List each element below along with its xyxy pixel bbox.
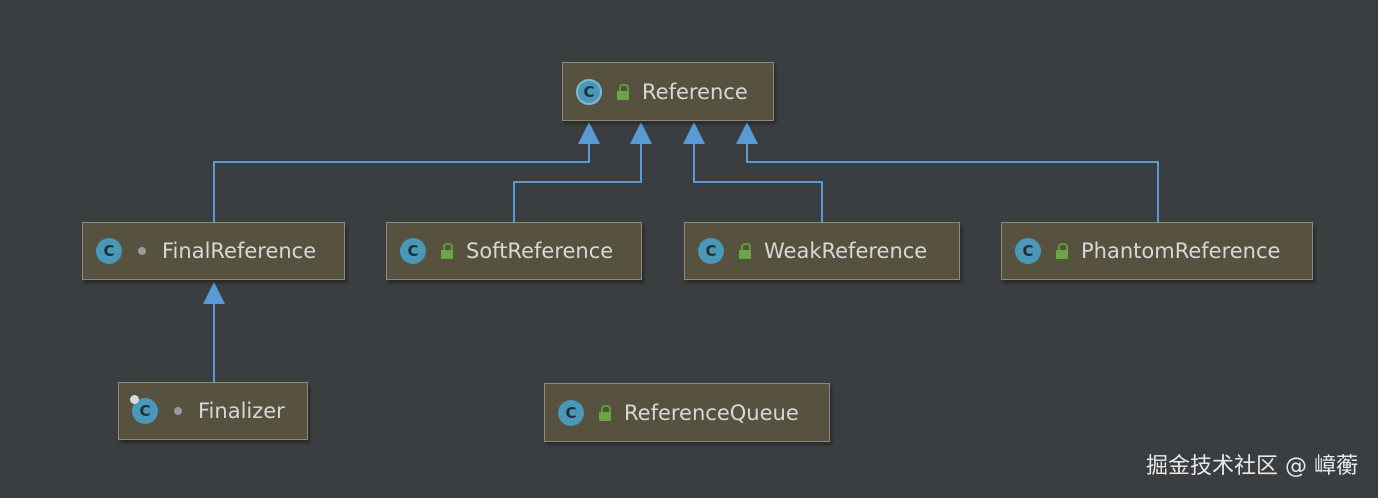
- public-lock-icon: [1055, 243, 1069, 259]
- class-icon: C: [558, 399, 584, 426]
- node-label: Reference: [642, 79, 748, 104]
- class-icon: C: [1015, 238, 1041, 264]
- node-finalreference[interactable]: C FinalReference: [82, 222, 345, 280]
- final-class-icon: C: [130, 395, 158, 424]
- arrowhead-weakreference: [683, 122, 705, 144]
- public-lock-icon: [440, 243, 454, 259]
- class-icon: C: [576, 78, 602, 105]
- node-finalizer[interactable]: C Finalizer: [118, 382, 308, 440]
- node-referencequeue[interactable]: C ReferenceQueue: [544, 383, 830, 442]
- node-label: FinalReference: [162, 239, 317, 263]
- watermark: 掘金技术社区 @ 嶂蘅: [1146, 454, 1358, 479]
- node-label: Finalizer: [198, 399, 285, 423]
- node-phantomreference[interactable]: C PhantomReference: [1001, 222, 1313, 280]
- public-lock-icon: [616, 83, 630, 100]
- node-weakreference[interactable]: C WeakReference: [684, 222, 960, 280]
- node-label: WeakReference: [764, 239, 928, 263]
- class-icon: C: [698, 238, 724, 264]
- arrowhead-phantomreference: [736, 122, 758, 144]
- node-label: ReferenceQueue: [624, 400, 799, 425]
- class-icon: C: [400, 238, 426, 264]
- node-softreference[interactable]: C SoftReference: [386, 222, 642, 280]
- arrowhead-finalizer: [203, 282, 225, 304]
- node-reference[interactable]: C Reference: [562, 62, 774, 121]
- edge-softreference-reference: [513, 142, 642, 222]
- arrowhead-softreference: [630, 122, 652, 144]
- arrowhead-finalreference: [578, 122, 600, 144]
- package-private-icon: [138, 247, 146, 255]
- node-label: SoftReference: [466, 239, 614, 263]
- package-private-icon: [174, 407, 182, 415]
- node-label: PhantomReference: [1081, 239, 1281, 263]
- public-lock-icon: [738, 243, 752, 259]
- edge-weakreference-reference: [693, 142, 823, 222]
- public-lock-icon: [598, 404, 612, 421]
- class-icon: C: [96, 238, 122, 264]
